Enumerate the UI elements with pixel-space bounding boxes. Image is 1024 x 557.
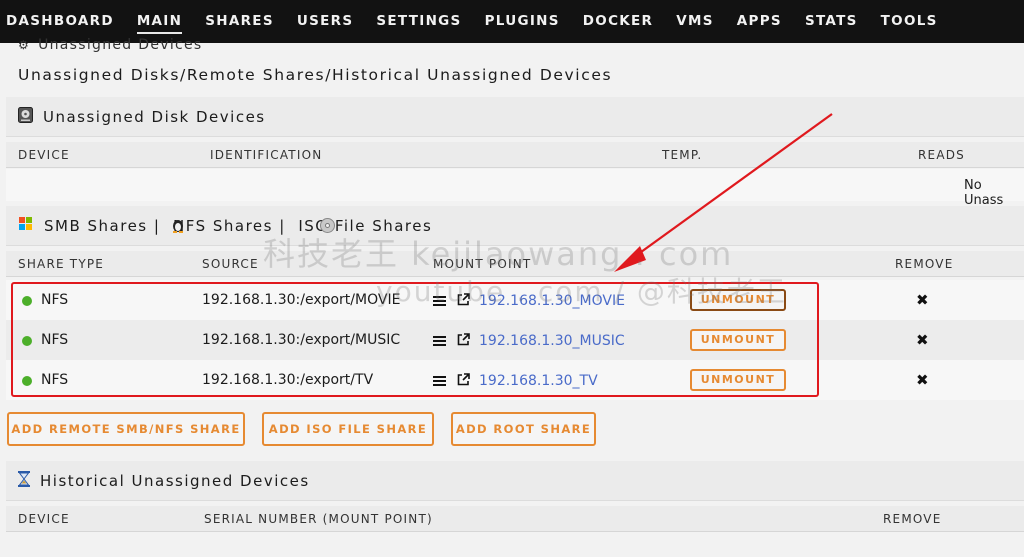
status-online-icon: [22, 376, 32, 386]
linux-icon: [171, 217, 185, 237]
historical-section-header: Historical Unassigned Devices: [6, 461, 1024, 501]
nav-vms[interactable]: VMS: [676, 0, 714, 43]
historical-section-title: Historical Unassigned Devices: [40, 471, 310, 490]
col-hist-device: DEVICE: [18, 512, 70, 526]
disk-section-header: Unassigned Disk Devices: [6, 97, 1024, 137]
shares-section-header: SMB Shares | NFS Shares | ISO File Share…: [6, 206, 1024, 246]
hourglass-icon: [18, 470, 30, 491]
share-type: NFS: [41, 332, 69, 348]
col-source: SOURCE: [202, 257, 259, 271]
col-hist-remove: REMOVE: [883, 512, 942, 526]
page-subtitle: Unassigned Disks/Remote Shares/Historica…: [18, 66, 613, 84]
list-icon[interactable]: [433, 296, 446, 307]
share-source: 192.168.1.30:/export/TV: [202, 372, 374, 388]
disk-empty-text: No Unass: [964, 178, 1004, 208]
windows-icon: [18, 216, 34, 235]
nav-plugins[interactable]: PLUGINS: [485, 0, 560, 43]
main-page: ⚙ Unassigned Devices Unassigned Disks/Rem…: [0, 37, 1024, 557]
nav-shares[interactable]: SHARES: [205, 0, 274, 43]
historical-table-header: DEVICE SERIAL NUMBER (MOUNT POINT) REMOV…: [6, 506, 1024, 532]
disk-section-title: Unassigned Disk Devices: [43, 107, 266, 126]
remove-icon[interactable]: ✖: [916, 371, 929, 389]
unmount-button[interactable]: UNMOUNT: [690, 329, 786, 351]
nav-tools[interactable]: TOOLS: [881, 0, 938, 43]
external-link-icon[interactable]: [457, 293, 470, 306]
nav-docker[interactable]: DOCKER: [583, 0, 653, 43]
disk-table-header: DEVICE IDENTIFICATION TEMP. READS: [6, 142, 1024, 168]
external-link-icon[interactable]: [457, 373, 470, 386]
disk-empty-row: No Unass: [6, 169, 1024, 208]
shares-section-title: SMB Shares | NFS Shares | ISO File Share…: [44, 216, 433, 235]
share-source: 192.168.1.30:/export/MUSIC: [202, 332, 401, 348]
list-icon[interactable]: [433, 336, 446, 347]
unmount-button[interactable]: UNMOUNT: [690, 289, 786, 311]
status-online-icon: [22, 296, 32, 306]
col-share-type: SHARE TYPE: [18, 257, 105, 271]
plugin-title: ⚙ Unassigned Devices: [18, 37, 203, 53]
plugin-title-text: Unassigned Devices: [38, 37, 203, 53]
col-mount-point: MOUNT POINT: [433, 257, 532, 271]
share-type: NFS: [41, 292, 69, 308]
mount-point-link[interactable]: 192.168.1.30_TV: [479, 373, 598, 389]
share-source: 192.168.1.30:/export/MOVIE: [202, 292, 401, 308]
shares-table-header: SHARE TYPE SOURCE MOUNT POINT REMOVE: [6, 251, 1024, 277]
col-identification: IDENTIFICATION: [210, 148, 323, 162]
col-remove: REMOVE: [895, 257, 954, 271]
plugin-icon: ⚙: [18, 38, 31, 52]
col-serial-number: SERIAL NUMBER (MOUNT POINT): [204, 512, 433, 526]
remove-icon[interactable]: ✖: [916, 291, 929, 309]
share-type: NFS: [41, 372, 69, 388]
nav-users[interactable]: USERS: [297, 0, 354, 43]
nav-settings[interactable]: SETTINGS: [376, 0, 461, 43]
mount-point-link[interactable]: 192.168.1.30_MOVIE: [479, 293, 625, 309]
add-iso-share-button[interactable]: ADD ISO FILE SHARE: [262, 412, 434, 446]
nav-apps[interactable]: APPS: [737, 0, 782, 43]
col-reads: READS: [918, 148, 965, 162]
share-row: NFS 192.168.1.30:/export/MOVIE 192.168.1…: [6, 280, 1024, 320]
list-icon[interactable]: [433, 376, 446, 387]
share-row: NFS 192.168.1.30:/export/TV 192.168.1.30…: [6, 360, 1024, 400]
mount-point-link[interactable]: 192.168.1.30_MUSIC: [479, 333, 625, 349]
add-root-share-button[interactable]: ADD ROOT SHARE: [451, 412, 596, 446]
external-link-icon[interactable]: [457, 333, 470, 346]
remove-icon[interactable]: ✖: [916, 331, 929, 349]
unmount-button[interactable]: UNMOUNT: [690, 369, 786, 391]
nav-stats[interactable]: STATS: [805, 0, 858, 43]
hard-disk-icon: [18, 106, 33, 127]
disc-icon: [320, 218, 335, 237]
share-row: NFS 192.168.1.30:/export/MUSIC 192.168.1…: [6, 320, 1024, 360]
col-device: DEVICE: [18, 148, 70, 162]
status-online-icon: [22, 336, 32, 346]
add-remote-share-button[interactable]: ADD REMOTE SMB/NFS SHARE: [7, 412, 245, 446]
annotation-arrow: [614, 113, 833, 272]
